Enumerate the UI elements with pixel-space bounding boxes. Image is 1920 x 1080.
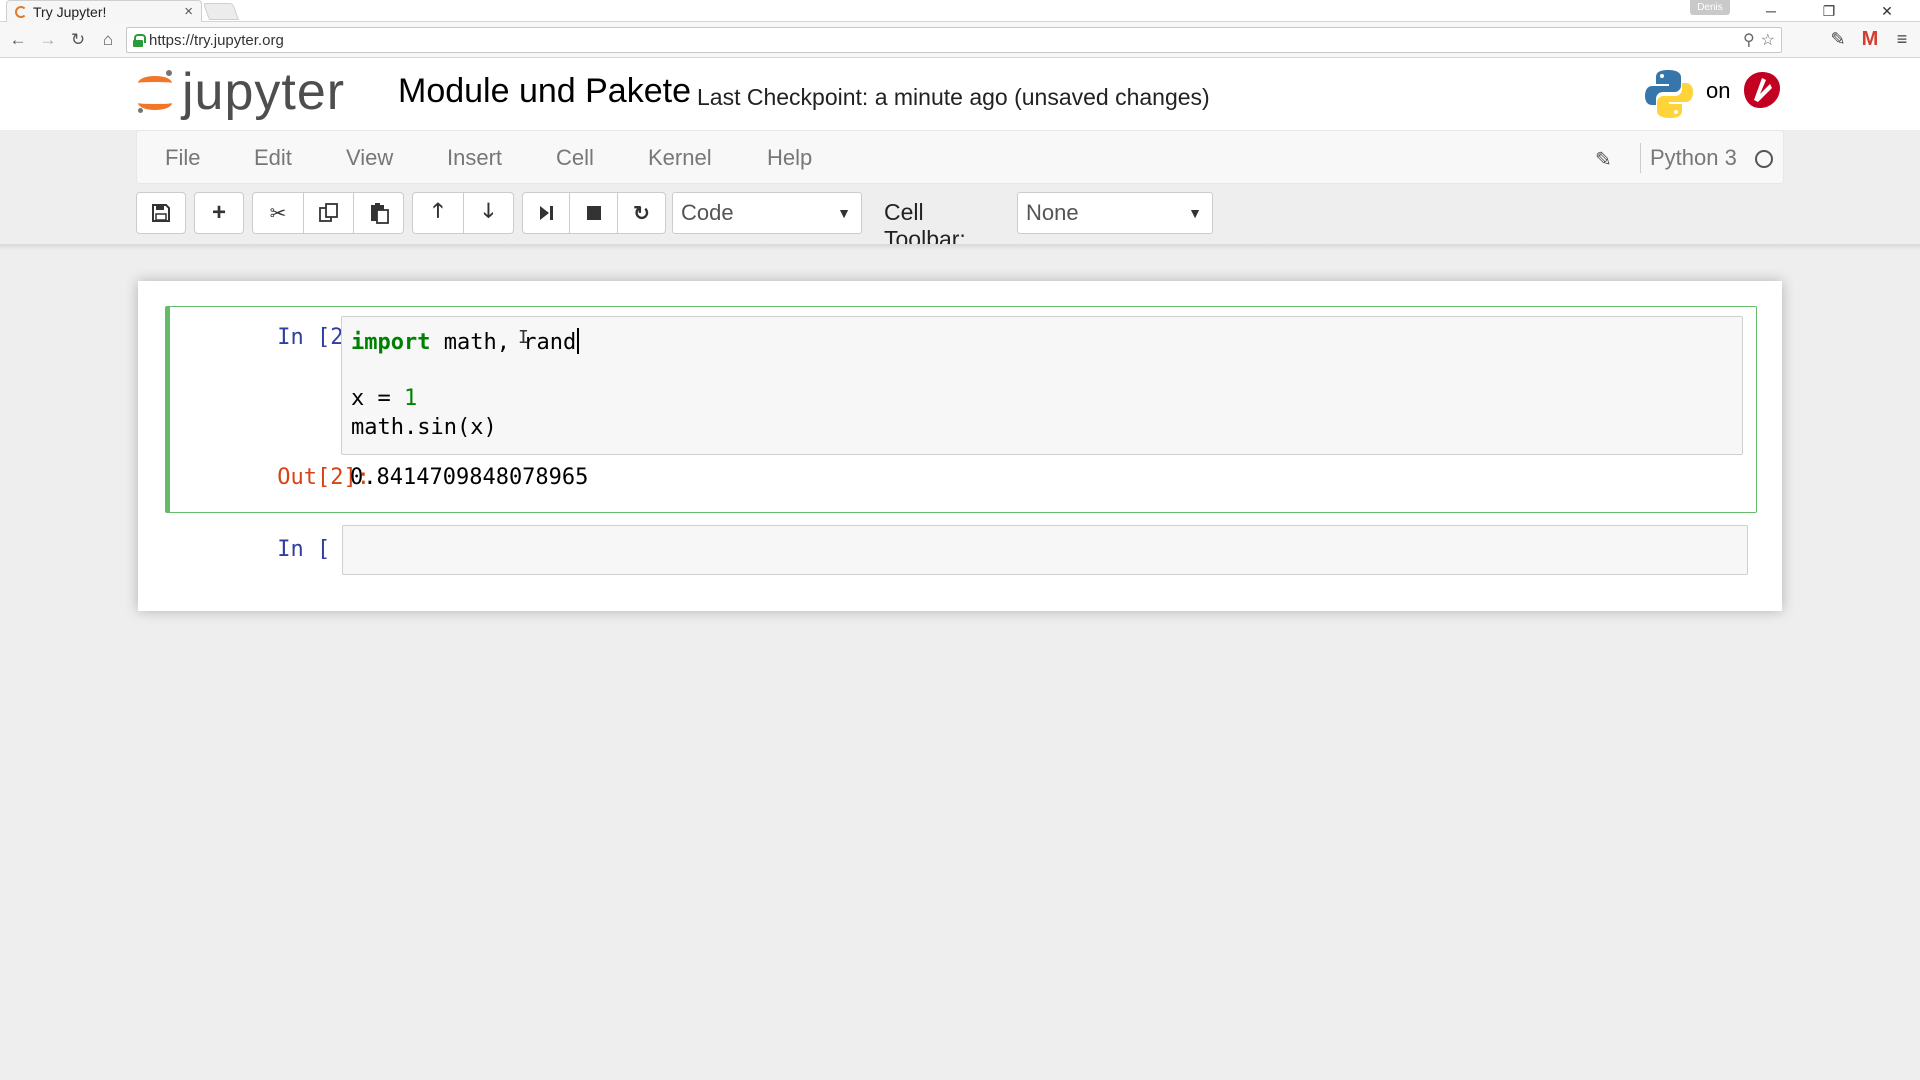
- home-icon[interactable]: ⌂: [94, 26, 122, 54]
- profile-badge[interactable]: Denis: [1690, 0, 1730, 15]
- interrupt-kernel-button[interactable]: [570, 192, 618, 234]
- tab-title: Try Jupyter!: [33, 3, 107, 20]
- copy-icon: [318, 203, 338, 222]
- save-icon: [152, 204, 170, 222]
- browser-tab[interactable]: Try Jupyter! ×: [6, 0, 202, 22]
- code-cell-selected[interactable]: In [2]: import math, rand I x = 1 math.s…: [165, 306, 1757, 513]
- cell-toolbar-select[interactable]: None ▼: [1017, 192, 1213, 234]
- move-up-button[interactable]: 🡑: [412, 192, 464, 234]
- url-input[interactable]: https://try.jupyter.org ⚲ ☆: [126, 27, 1782, 53]
- checkpoint-status: Last Checkpoint: a minute ago (unsaved c…: [697, 84, 1210, 110]
- empty-code-editor[interactable]: [342, 525, 1748, 575]
- menu-insert[interactable]: Insert: [447, 145, 502, 171]
- jupyter-logo-text: jupyter: [182, 63, 346, 121]
- reload-icon[interactable]: ↻: [64, 26, 92, 54]
- plus-icon: +: [211, 199, 226, 226]
- kernel-separator: [1640, 143, 1641, 173]
- out-prompt: Out[2]:: [277, 465, 370, 490]
- back-arrow-icon[interactable]: ←: [4, 26, 32, 54]
- kernel-name[interactable]: Python 3: [1650, 145, 1737, 171]
- kernel-idle-indicator-icon: [1755, 150, 1773, 168]
- caret-down-icon: ▼: [1188, 205, 1202, 221]
- notebook-container: In [2]: import math, rand I x = 1 math.s…: [138, 281, 1782, 611]
- gmail-icon[interactable]: M: [1858, 26, 1882, 52]
- loading-spinner-icon: [15, 5, 27, 18]
- paste-button[interactable]: [354, 192, 404, 234]
- jupyter-logo[interactable]: jupyter: [136, 64, 345, 120]
- jupyter-logo-icon: [136, 68, 176, 116]
- zoom-icon[interactable]: ⚲: [1743, 30, 1755, 50]
- code-text: x =: [351, 386, 404, 411]
- cell-type-value: Code: [681, 200, 734, 225]
- forward-arrow-icon[interactable]: →: [34, 26, 62, 54]
- minimize-button[interactable]: ─: [1748, 0, 1794, 22]
- run-icon: [540, 206, 553, 220]
- restart-kernel-button[interactable]: ↻: [618, 192, 666, 234]
- bookmark-star-icon[interactable]: ☆: [1761, 30, 1775, 50]
- code-line-3: x = 1: [351, 386, 417, 411]
- cut-button[interactable]: ✂: [252, 192, 304, 234]
- code-text: math,: [430, 330, 510, 355]
- on-label: on: [1706, 78, 1731, 103]
- caret-down-icon: ▼: [837, 205, 851, 221]
- menubar: File Edit View Insert Cell Kernel Help ✎…: [136, 130, 1784, 184]
- mouse-ibeam-cursor-icon: I: [518, 327, 529, 348]
- stop-icon: [586, 206, 601, 220]
- insert-cell-button[interactable]: +: [194, 192, 244, 234]
- code-line-4: math.sin(x): [351, 415, 497, 440]
- edit-pencil-icon[interactable]: ✎: [1595, 147, 1612, 172]
- header-shadow: [0, 244, 1920, 250]
- arrow-up-icon: 🡑: [432, 200, 444, 222]
- browser-menu-icon[interactable]: ≡: [1890, 26, 1914, 52]
- code-text: rand: [523, 330, 577, 355]
- notebook-name[interactable]: Module und Pakete: [398, 72, 691, 111]
- rackspace-logo-icon: [1744, 72, 1780, 108]
- cell-type-select[interactable]: Code ▼: [672, 192, 862, 234]
- close-window-button[interactable]: ✕: [1864, 0, 1910, 22]
- move-down-button[interactable]: 🡓: [464, 192, 514, 234]
- tab-close-icon[interactable]: ×: [184, 3, 193, 20]
- url-text: https://try.jupyter.org: [149, 31, 284, 49]
- menu-view[interactable]: View: [346, 145, 393, 171]
- menu-help[interactable]: Help: [767, 145, 812, 171]
- new-tab-button[interactable]: [202, 3, 240, 20]
- cut-icon: ✂: [269, 202, 287, 225]
- lock-icon: [133, 34, 146, 47]
- restart-icon: ↻: [633, 202, 650, 225]
- python-logo-icon: [1645, 70, 1693, 118]
- menu-cell[interactable]: Cell: [556, 145, 594, 171]
- browser-tab-strip: Try Jupyter! × Denis ─ ❐ ✕: [0, 0, 1920, 22]
- menu-file[interactable]: File: [165, 145, 200, 171]
- arrow-down-icon: 🡓: [483, 200, 494, 222]
- number-literal: 1: [403, 386, 418, 411]
- extension-icon[interactable]: ✎: [1826, 26, 1850, 52]
- cell-toolbar-value: None: [1026, 200, 1079, 225]
- restore-button[interactable]: ❐: [1806, 0, 1852, 22]
- save-button[interactable]: [136, 192, 186, 234]
- run-cell-button[interactable]: [522, 192, 570, 234]
- code-editor[interactable]: import math, rand I x = 1 math.sin(x): [341, 316, 1743, 455]
- text-cursor: [577, 328, 580, 354]
- menu-edit[interactable]: Edit: [254, 145, 292, 171]
- jupyter-header: jupyter Module und Pakete Last Checkpoin…: [0, 58, 1920, 130]
- address-bar: ← → ↻ ⌂ https://try.jupyter.org ⚲ ☆ ✎ M …: [0, 22, 1920, 58]
- cell-output: 0.8414709848078965: [350, 465, 589, 490]
- code-line-1: import math, rand: [351, 328, 580, 355]
- menu-kernel[interactable]: Kernel: [648, 145, 712, 171]
- paste-icon: [370, 203, 389, 224]
- copy-button[interactable]: [304, 192, 354, 234]
- keyword-import: import: [351, 330, 431, 355]
